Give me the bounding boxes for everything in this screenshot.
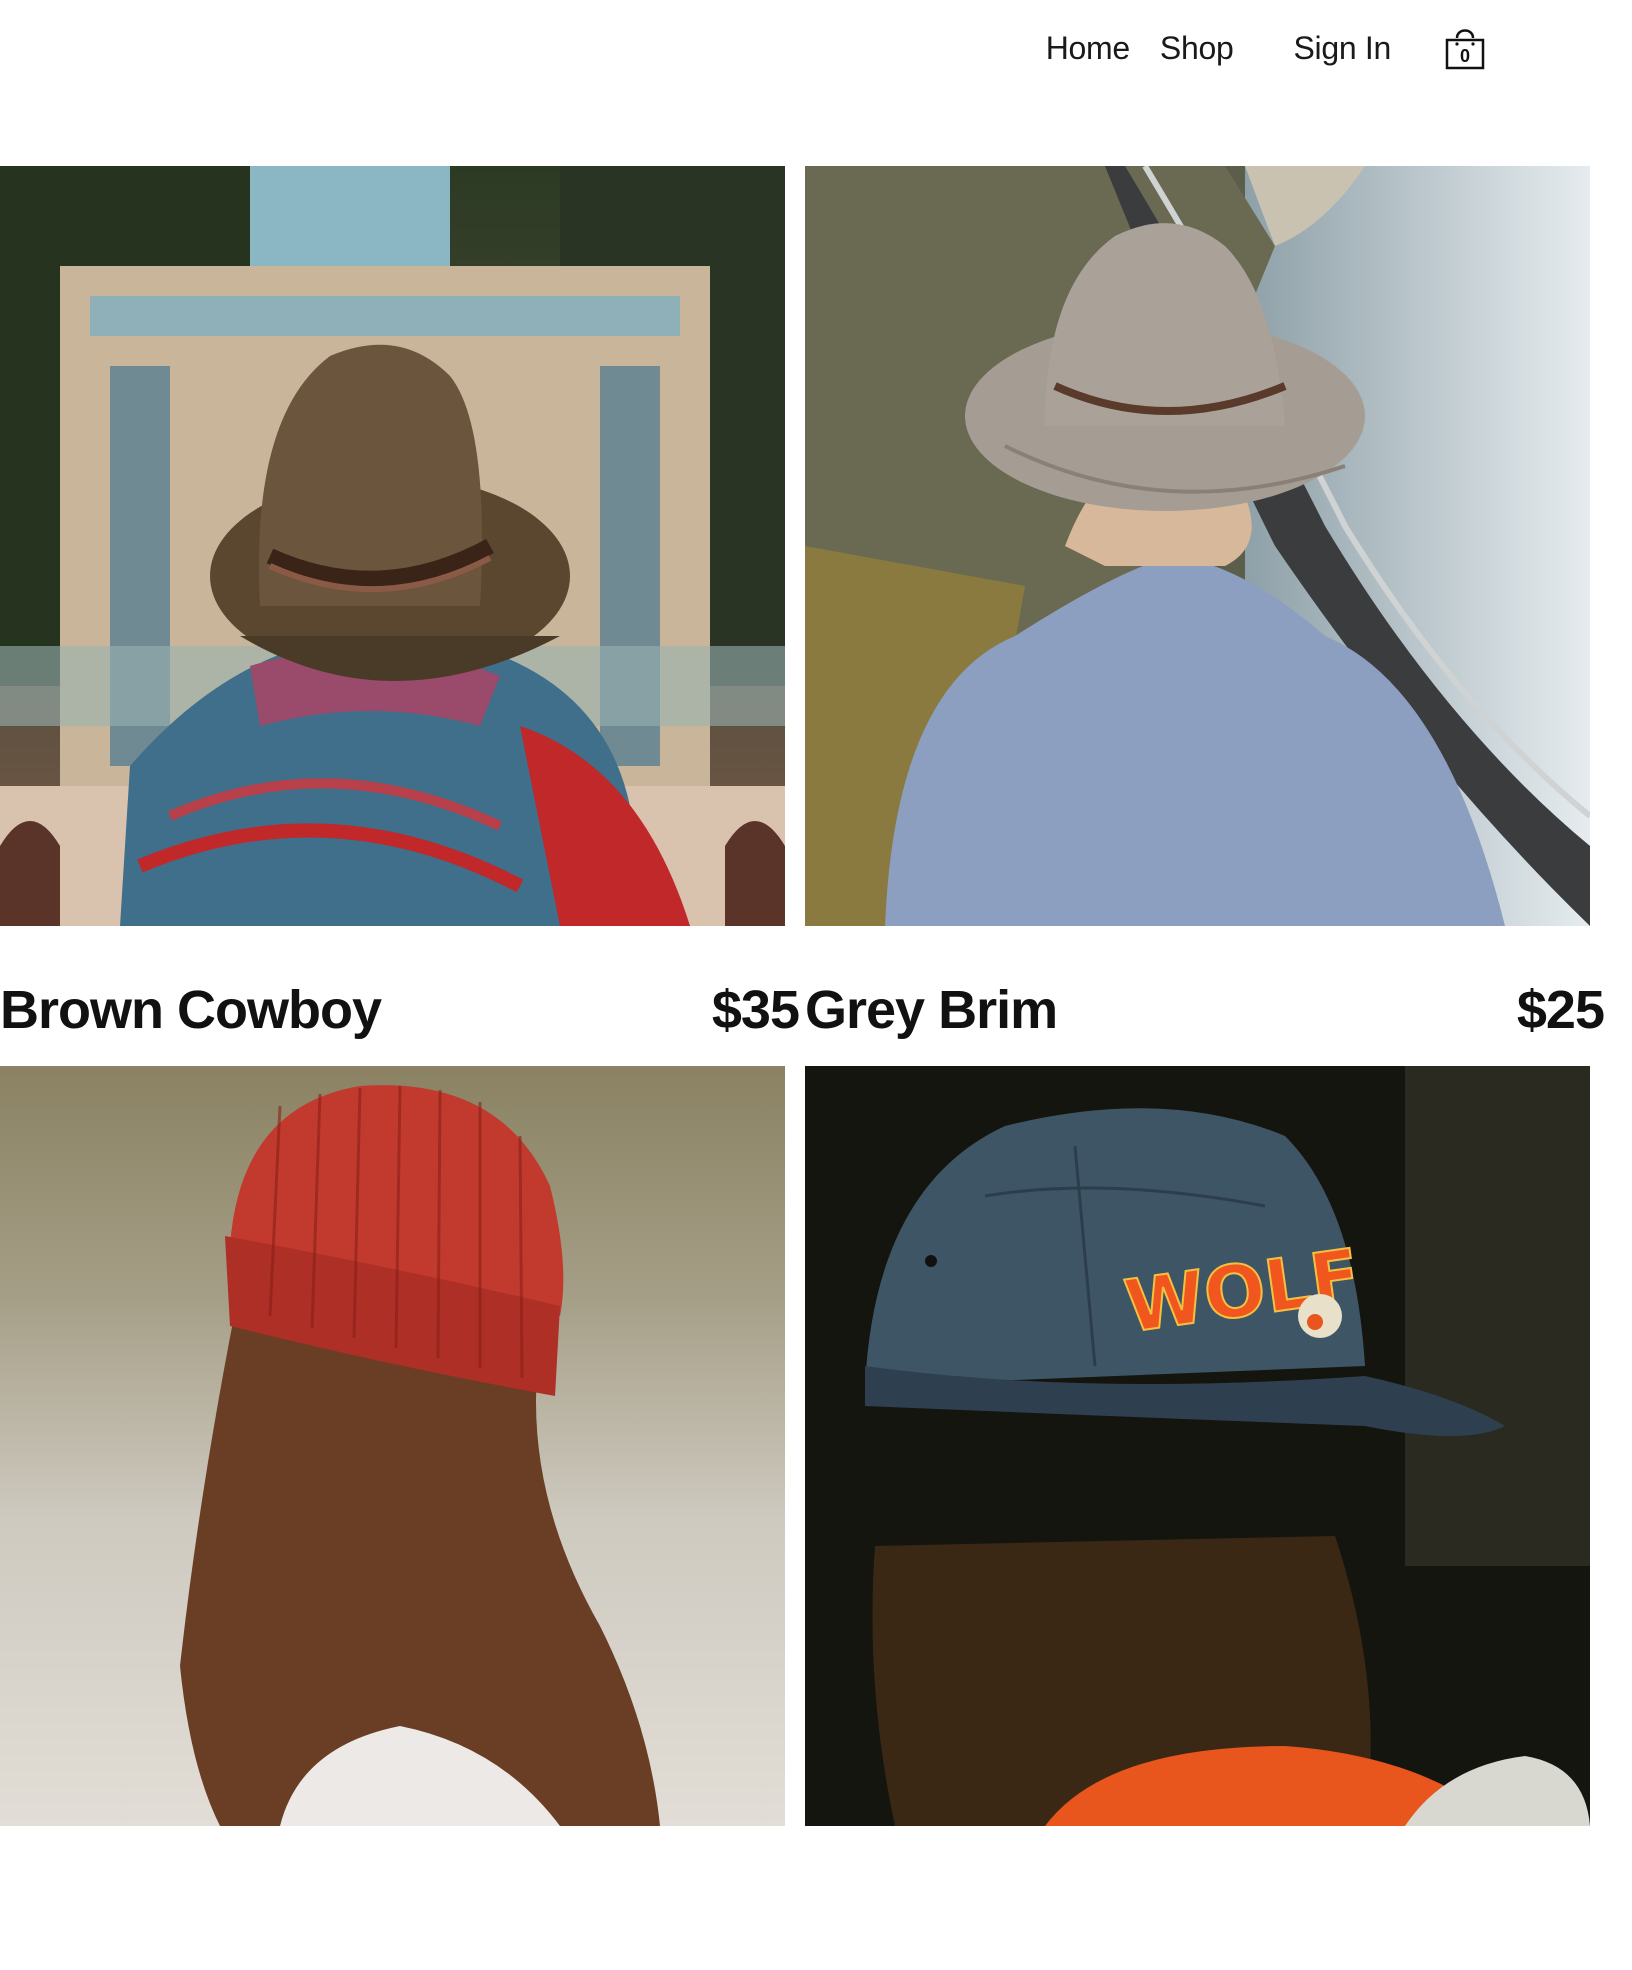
product-info: Grey Brim $25	[805, 978, 1605, 1070]
main-nav: Home Shop Sign In 0	[1046, 24, 1487, 72]
nav-shop-link[interactable]: Shop	[1160, 30, 1234, 67]
nav-home-link[interactable]: Home	[1046, 30, 1130, 67]
product-info	[0, 1878, 785, 1970]
cart-count-badge: 0	[1459, 46, 1470, 66]
product-price: $35	[711, 980, 800, 1040]
product-card[interactable]: Brown Cowboy $35	[0, 166, 800, 1070]
cart-button[interactable]: 0	[1443, 24, 1487, 72]
product-info: Brown Cowboy $35	[0, 978, 800, 1070]
nav-sign-in-link[interactable]: Sign In	[1293, 30, 1391, 67]
product-image[interactable]	[0, 1066, 785, 1826]
product-image[interactable]	[0, 166, 785, 926]
product-card[interactable]: WOLF	[805, 1066, 1590, 1970]
product-info	[805, 1878, 1590, 1970]
product-card[interactable]	[0, 1066, 785, 1970]
product-price: $25	[1516, 980, 1605, 1040]
product-image[interactable]	[805, 166, 1590, 926]
product-name[interactable]: Brown Cowboy	[0, 978, 382, 1042]
product-image[interactable]: WOLF	[805, 1066, 1590, 1826]
site-header: Home Shop Sign In 0	[0, 0, 1632, 100]
product-card[interactable]: Grey Brim $25	[805, 166, 1605, 1070]
product-name[interactable]: Grey Brim	[805, 978, 1058, 1042]
